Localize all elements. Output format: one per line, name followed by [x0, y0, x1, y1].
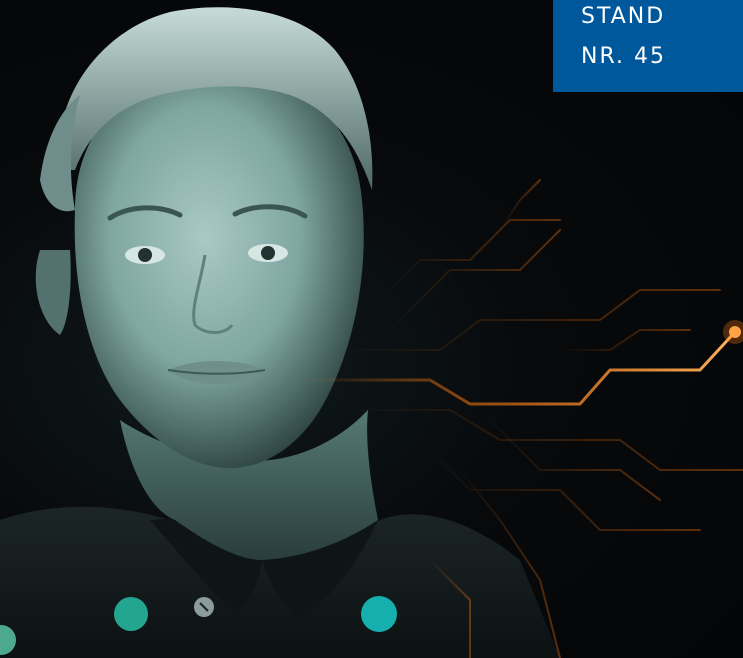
- decorative-dot-cyan: [361, 596, 397, 632]
- circuit-graphic: [298, 179, 743, 658]
- stand-number: NR. 45: [581, 44, 666, 69]
- hero-banner: STAND NR. 45: [0, 0, 743, 658]
- stand-label: STAND: [581, 4, 666, 29]
- decorative-dot-teal: [114, 597, 148, 631]
- stand-badge: STAND NR. 45: [553, 0, 743, 92]
